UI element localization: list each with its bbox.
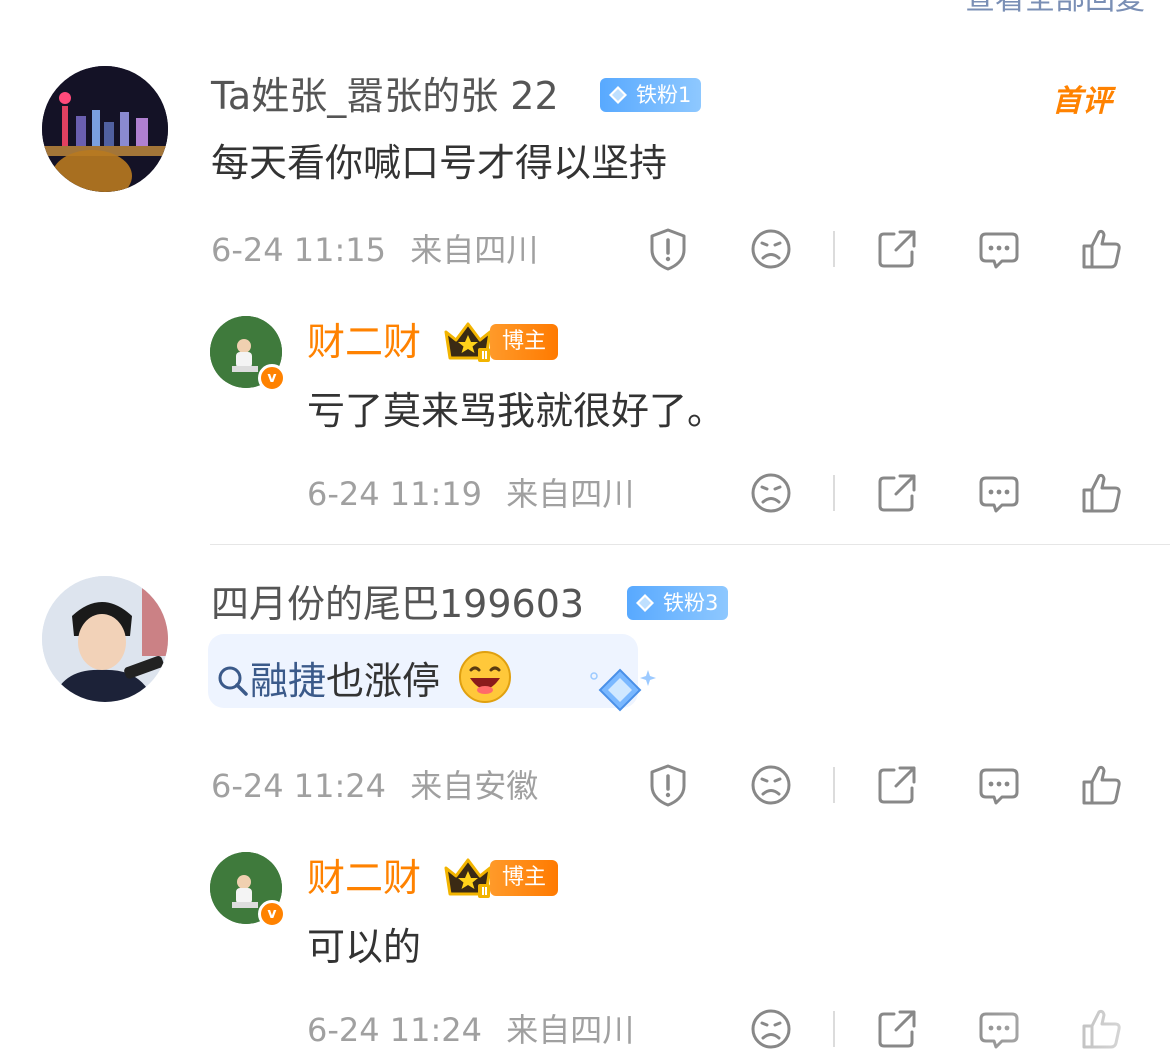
reply-time: 6-24 11:24 [307, 1011, 483, 1049]
comment-icon[interactable] [976, 226, 1022, 272]
crown-icon [442, 318, 494, 364]
dislike-icon[interactable] [748, 762, 794, 808]
share-icon[interactable] [874, 762, 920, 808]
report-icon[interactable] [645, 762, 691, 808]
dislike-icon[interactable] [748, 1006, 794, 1052]
reply-time: 6-24 11:19 [307, 475, 483, 513]
reply-location: 来自四川 [506, 1011, 635, 1049]
reply-username[interactable]: 财二财 [307, 320, 421, 364]
avatar[interactable] [42, 66, 168, 192]
verified-icon: v [258, 900, 286, 928]
comment-meta: 6-24 11:24 来自安徽 [211, 766, 538, 806]
comment-meta: 6-24 11:15 来自四川 [211, 230, 538, 270]
bottom-fade-overlay [960, 1000, 1170, 1052]
comment-text: 融捷也涨停 [216, 650, 512, 704]
diamond-decoration-icon [590, 668, 656, 712]
dislike-icon[interactable] [748, 470, 794, 516]
diamond-icon [635, 593, 655, 613]
reply-meta: 6-24 11:19 来自四川 [307, 474, 634, 514]
avatar[interactable] [42, 576, 168, 702]
action-divider [833, 1011, 835, 1047]
like-icon[interactable] [1078, 226, 1124, 272]
comment-username[interactable]: Ta姓张_嚣张的张 22 [211, 74, 559, 118]
view-all-replies-link[interactable]: 查看全部回复 [965, 0, 1145, 18]
comment-time: 6-24 11:24 [211, 767, 387, 805]
report-icon[interactable] [645, 226, 691, 272]
reply-text: 可以的 [307, 925, 422, 969]
search-icon [218, 666, 248, 696]
reply-text: 亏了莫来骂我就很好了。 [307, 389, 726, 433]
fan-badge-label: 铁粉1 [636, 83, 692, 107]
host-badge: 博主 [490, 324, 559, 360]
topic-link[interactable]: 融捷 [250, 659, 326, 703]
crown-icon [442, 854, 494, 900]
share-icon[interactable] [874, 226, 920, 272]
like-icon[interactable] [1078, 470, 1124, 516]
comment-icon[interactable] [976, 470, 1022, 516]
comment-text: 每天看你喊口号才得以坚持 [211, 141, 668, 185]
host-badge: 博主 [490, 860, 559, 896]
reply-location: 来自四川 [506, 475, 635, 513]
share-icon[interactable] [874, 470, 920, 516]
comment-separator [210, 544, 1170, 545]
fan-badge: 铁粉3 [627, 586, 729, 620]
action-divider [833, 231, 835, 267]
action-divider [833, 475, 835, 511]
comment-location: 来自安徽 [410, 767, 539, 805]
comment-text-rest: 也涨停 [326, 659, 441, 703]
diamond-icon [608, 85, 628, 105]
comment-location: 来自四川 [410, 231, 539, 269]
fan-badge-label: 铁粉3 [663, 591, 719, 615]
verified-icon: v [258, 364, 286, 392]
fan-badge: 铁粉1 [600, 78, 702, 112]
comment-username[interactable]: 四月份的尾巴199603 [211, 582, 584, 626]
comment-time: 6-24 11:15 [211, 231, 387, 269]
share-icon[interactable] [874, 1006, 920, 1052]
dislike-icon[interactable] [748, 226, 794, 272]
like-icon[interactable] [1078, 762, 1124, 808]
laughing-emoji-icon [459, 651, 512, 703]
action-divider [833, 767, 835, 803]
first-comment-tag: 首评 [1052, 84, 1112, 119]
reply-meta: 6-24 11:24 来自四川 [307, 1010, 634, 1050]
comment-icon[interactable] [976, 762, 1022, 808]
reply-username[interactable]: 财二财 [307, 856, 421, 900]
